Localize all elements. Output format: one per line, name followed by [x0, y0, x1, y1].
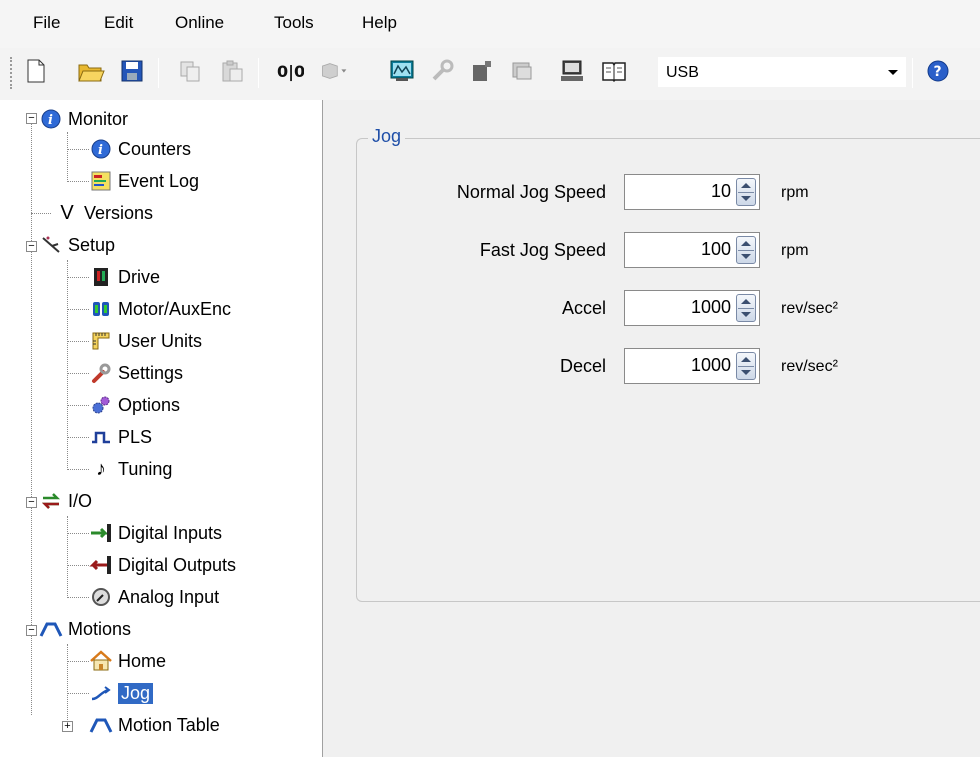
drive-icon — [88, 264, 114, 290]
jog-icon — [88, 680, 114, 706]
wrench-icon[interactable] — [428, 57, 456, 85]
toolbar: 0|0 USB ? — [0, 48, 980, 100]
tree-item-analog-input[interactable]: Analog Input — [88, 582, 219, 612]
tree-item-versions[interactable]: V Versions — [54, 198, 153, 228]
tree-item-digital-outputs[interactable]: Digital Outputs — [88, 550, 236, 580]
gears-icon — [88, 392, 114, 418]
tree-item-settings[interactable]: Settings — [88, 358, 183, 388]
fast-jog-speed-spinner[interactable] — [736, 236, 756, 264]
collapse-monitor-toggle[interactable]: − — [26, 113, 37, 124]
jog-group-title: Jog — [368, 126, 406, 147]
accel-label: Accel — [561, 298, 606, 318]
menu-tools[interactable]: Tools — [274, 13, 314, 33]
fast-jog-speed-input[interactable]: 100 — [624, 232, 760, 268]
svg-text:i: i — [48, 113, 53, 128]
tree-item-home[interactable]: Home — [88, 646, 166, 676]
svg-text:i: i — [98, 143, 103, 158]
event-log-icon — [88, 168, 114, 194]
tree-item-motor-auxenc[interactable]: Motor/AuxEnc — [88, 294, 231, 324]
normal-jog-speed-unit: rpm — [781, 184, 809, 201]
normal-jog-speed-input[interactable]: 10 — [624, 174, 760, 210]
chevron-down-icon[interactable] — [888, 70, 898, 75]
expand-motion-table-toggle[interactable]: + — [62, 721, 73, 732]
menu-online[interactable]: Online — [175, 13, 224, 33]
digital-input-icon — [88, 520, 114, 546]
motion-profile-icon — [38, 616, 64, 642]
normal-jog-speed-spinner[interactable] — [736, 178, 756, 206]
toolbar-grip[interactable] — [10, 57, 13, 89]
computer-icon[interactable] — [558, 57, 586, 85]
decel-input[interactable]: 1000 — [624, 348, 760, 384]
configure-icon[interactable] — [468, 57, 496, 85]
versions-icon: V — [60, 201, 74, 224]
jog-panel: Jog Normal Jog Speed 10 rpm Fast Jog Spe… — [324, 100, 980, 757]
collapse-io-toggle[interactable]: − — [26, 497, 37, 508]
io-arrows-icon — [38, 488, 64, 514]
scope-icon[interactable]: 0|0 — [276, 57, 304, 85]
save-icon[interactable] — [118, 57, 146, 85]
tree-item-counters[interactable]: i Counters — [88, 134, 191, 164]
setup-icon — [38, 232, 64, 258]
accel-input[interactable]: 1000 — [624, 290, 760, 326]
copy-icon[interactable] — [176, 57, 204, 85]
new-file-icon[interactable] — [22, 57, 50, 85]
tree-item-motions[interactable]: Motions — [38, 614, 131, 644]
tree-item-drive[interactable]: Drive — [88, 262, 160, 292]
collapse-setup-toggle[interactable]: − — [26, 241, 37, 252]
decel-unit: rev/sec² — [781, 358, 838, 375]
music-note-icon: ♪ — [96, 457, 106, 480]
wrench-icon — [88, 360, 114, 386]
accel-spinner[interactable] — [736, 294, 756, 322]
fast-jog-speed-label: Fast Jog Speed — [479, 240, 606, 260]
tree-item-setup[interactable]: Setup — [38, 230, 115, 260]
book-icon[interactable] — [600, 57, 628, 85]
tree-item-event-log[interactable]: Event Log — [88, 166, 199, 196]
tree-item-options[interactable]: Options — [88, 390, 180, 420]
tree-item-digital-inputs[interactable]: Digital Inputs — [88, 518, 222, 548]
digital-output-icon — [88, 552, 114, 578]
menu-file[interactable]: File — [33, 13, 60, 33]
collapse-motions-toggle[interactable]: − — [26, 625, 37, 636]
open-folder-icon[interactable] — [78, 57, 106, 85]
drive-icon[interactable] — [320, 57, 348, 85]
ruler-icon — [88, 328, 114, 354]
pulse-icon — [88, 424, 114, 450]
decel-spinner[interactable] — [736, 352, 756, 380]
info-icon: i — [88, 136, 114, 162]
home-icon — [88, 648, 114, 674]
tree-item-motion-table[interactable]: Motion Table — [88, 710, 220, 740]
svg-text:?: ? — [934, 64, 942, 80]
info-icon: i — [38, 106, 64, 132]
fast-jog-speed-unit: rpm — [781, 242, 809, 259]
paste-icon[interactable] — [218, 57, 246, 85]
navigation-tree: − − − − + i Monitor i Counters Event Log… — [0, 100, 323, 757]
help-icon[interactable]: ? — [924, 57, 952, 85]
connection-select[interactable]: USB — [657, 56, 907, 88]
decel-label: Decel — [559, 356, 606, 376]
monitor-icon[interactable] — [388, 57, 416, 85]
accel-unit: rev/sec² — [781, 300, 838, 317]
tree-item-pls[interactable]: PLS — [88, 422, 152, 452]
svg-text:0|0: 0|0 — [277, 62, 304, 82]
menu-edit[interactable]: Edit — [104, 13, 133, 33]
tree-item-jog[interactable]: Jog — [88, 678, 154, 708]
normal-jog-speed-label: Normal Jog Speed — [456, 182, 606, 202]
tree-item-tuning[interactable]: ♪ Tuning — [88, 454, 172, 484]
motion-profile-icon — [88, 712, 114, 738]
window-icon[interactable] — [508, 57, 536, 85]
tree-item-monitor[interactable]: i Monitor — [38, 104, 128, 134]
tree-item-io[interactable]: I/O — [38, 486, 92, 516]
tree-item-user-units[interactable]: User Units — [88, 326, 202, 356]
connection-value: USB — [666, 64, 699, 81]
motor-icon — [88, 296, 114, 322]
menu-help[interactable]: Help — [362, 13, 397, 33]
menu-bar: File Edit Online Tools Help — [0, 0, 980, 48]
gauge-icon — [88, 584, 114, 610]
